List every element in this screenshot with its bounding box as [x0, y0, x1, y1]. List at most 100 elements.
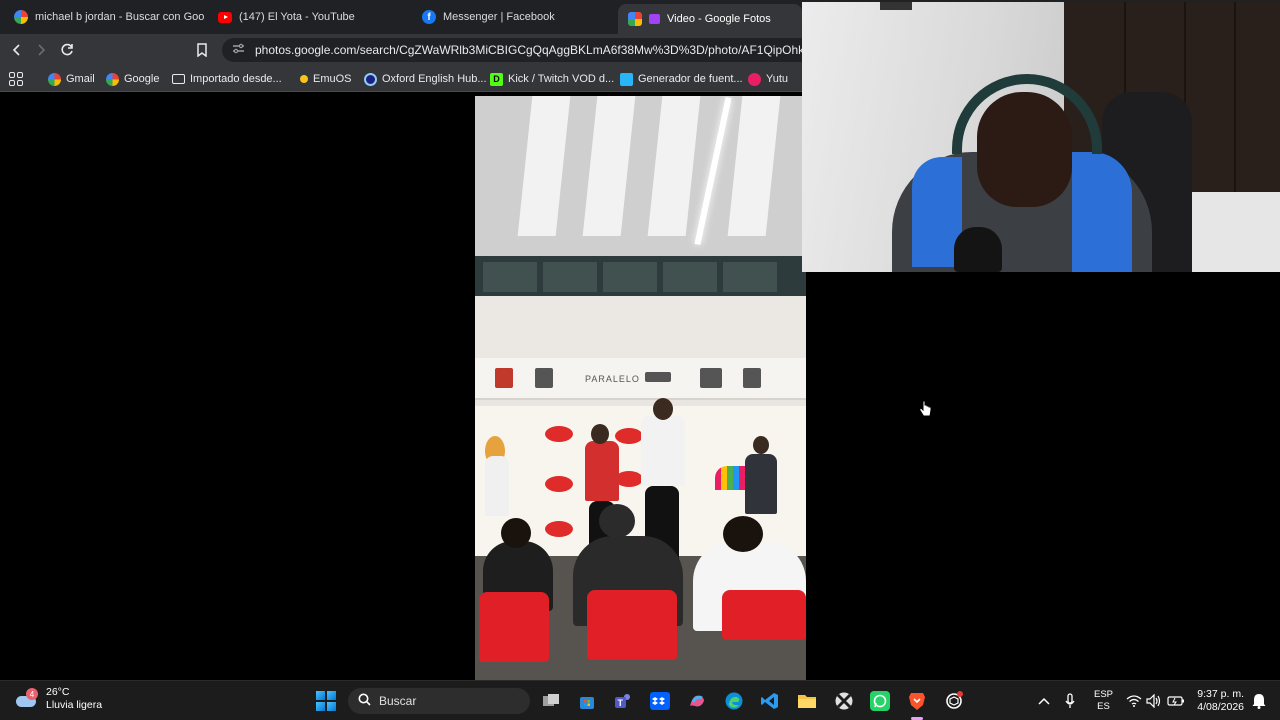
- emuos-icon: [300, 75, 308, 83]
- video-player[interactable]: PARALELO: [475, 96, 806, 680]
- battery-icon: [1167, 696, 1184, 706]
- microphone-button[interactable]: [1059, 690, 1081, 712]
- bookmark-label: Kick / Twitch VOD d...: [508, 73, 615, 85]
- reload-button[interactable]: [57, 40, 77, 60]
- tab-label: Messenger | Facebook: [443, 11, 555, 23]
- wifi-icon: [1126, 695, 1142, 707]
- task-view-icon: [543, 694, 559, 706]
- bookmark-label: Oxford English Hub...: [382, 73, 487, 85]
- whatsapp-button[interactable]: [869, 690, 891, 712]
- url-text: photos.google.com/search/CgZWaWRlb3MiCBI…: [255, 43, 822, 57]
- dropbox-button[interactable]: [649, 690, 671, 712]
- store-sign: PARALELO: [585, 374, 640, 384]
- bookmark-oxford[interactable]: Oxford English Hub...: [364, 71, 487, 87]
- forward-button[interactable]: [31, 40, 51, 60]
- address-bar[interactable]: photos.google.com/search/CgZWaWRlb3MiCBI…: [222, 38, 822, 62]
- teams-button[interactable]: T: [612, 690, 634, 712]
- google-icon: [106, 72, 119, 86]
- bookmark-label: Generador de fuent...: [638, 73, 743, 85]
- whatsapp-icon: [870, 691, 890, 711]
- start-button[interactable]: [315, 690, 337, 712]
- bookmark-kick-twitch[interactable]: D Kick / Twitch VOD d...: [490, 71, 614, 87]
- chevron-right-icon: [38, 44, 46, 56]
- edge-icon: [725, 692, 743, 710]
- chatgpt-icon: [946, 691, 963, 709]
- webcam-overlay: [802, 2, 1280, 272]
- bookmark-icon: [197, 43, 207, 57]
- taskbar-search[interactable]: Buscar: [348, 688, 530, 714]
- facebook-icon: f: [422, 10, 436, 24]
- chevron-left-icon: [12, 44, 20, 56]
- bookmark-label: EmuOS: [313, 73, 352, 85]
- brave-button[interactable]: [906, 690, 928, 712]
- back-button[interactable]: [7, 40, 27, 60]
- search-icon: [358, 693, 371, 709]
- task-view-button[interactable]: [540, 690, 562, 712]
- copilot-icon: [690, 695, 704, 707]
- bookmark-label: Google: [124, 73, 160, 85]
- tab-label: Video - Google Fotos: [667, 13, 771, 25]
- bookmark-label: Importado desde...: [190, 73, 282, 85]
- vscode-icon: [761, 693, 778, 709]
- bookmark-font-generator[interactable]: Generador de fuent...: [620, 71, 743, 87]
- store-icon: [580, 697, 594, 709]
- speaker-icon: [1146, 694, 1161, 708]
- google-icon: [14, 10, 28, 24]
- wifi-button[interactable]: [1123, 690, 1145, 712]
- volume-button[interactable]: [1143, 690, 1165, 712]
- chatgpt-button[interactable]: [943, 690, 965, 712]
- reload-icon: [61, 43, 73, 56]
- tab-google-search[interactable]: michael b jordan - Buscar con Google: [4, 4, 204, 30]
- bookmark-button[interactable]: [192, 40, 212, 60]
- copilot-button[interactable]: [686, 690, 708, 712]
- vscode-button[interactable]: [759, 690, 781, 712]
- weather-badge: 4: [26, 688, 38, 700]
- tab-youtube[interactable]: (147) El Yota - YouTube: [208, 4, 408, 30]
- xbox-button[interactable]: [833, 690, 855, 712]
- file-explorer-button[interactable]: [796, 690, 818, 712]
- glass-railing: [475, 256, 806, 296]
- tab-google-photos[interactable]: Video - Google Fotos: [618, 4, 802, 34]
- chevron-up-icon: [1038, 697, 1050, 705]
- video-icon: [649, 14, 660, 24]
- bookmark-gmail[interactable]: Gmail: [48, 71, 95, 87]
- folder-icon: [798, 695, 816, 708]
- clock-date: 4/08/2026: [1197, 701, 1244, 713]
- site-settings-icon[interactable]: [232, 43, 245, 57]
- rain-cloud-icon: 4: [14, 688, 38, 708]
- folder-icon: [172, 74, 185, 84]
- bookmark-label: Yutu: [766, 73, 789, 85]
- system-clock[interactable]: 9:37 p. m. 4/08/2026: [1196, 688, 1244, 714]
- show-hidden-icons-button[interactable]: [1033, 690, 1055, 712]
- battery-button[interactable]: [1165, 690, 1187, 712]
- microphone: [954, 227, 1002, 272]
- clock-time: 9:37 p. m.: [1197, 688, 1244, 700]
- xbox-icon: [835, 692, 853, 710]
- input-language[interactable]: ESP ES: [1094, 689, 1113, 713]
- microphone-icon: [1065, 693, 1075, 708]
- windows-icon: [316, 691, 336, 711]
- edge-button[interactable]: [723, 690, 745, 712]
- google-icon: [48, 72, 61, 86]
- svg-text:T: T: [618, 698, 624, 708]
- oxford-icon: [364, 72, 377, 86]
- weather-widget[interactable]: 4 26°C Lluvia ligera: [14, 686, 102, 712]
- taskbar: 4 26°C Lluvia ligera Buscar T ESP ES 9:3…: [0, 680, 1280, 720]
- bookmark-google[interactable]: Google: [106, 71, 159, 87]
- notifications-button[interactable]: [1248, 690, 1270, 712]
- bookmark-emuos[interactable]: EmuOS: [300, 71, 352, 87]
- youtube-icon: [218, 11, 232, 23]
- yutu-icon: [748, 72, 761, 86]
- tab-messenger[interactable]: f Messenger | Facebook: [412, 4, 612, 30]
- bell-icon: [1252, 694, 1266, 709]
- dropbox-icon: [650, 692, 670, 710]
- screen: michael b jordan - Buscar con Google (14…: [0, 0, 1280, 720]
- bookmark-yutu[interactable]: Yutu: [748, 71, 788, 87]
- store-button[interactable]: [576, 690, 598, 712]
- google-photos-icon: [628, 12, 642, 26]
- apps-grid-icon[interactable]: [9, 72, 23, 86]
- weather-temp: 26°C: [46, 686, 70, 698]
- bookmark-folder-imported[interactable]: Importado desde...: [172, 71, 282, 87]
- brave-icon: [909, 693, 925, 710]
- hand-cursor-icon: [918, 400, 932, 422]
